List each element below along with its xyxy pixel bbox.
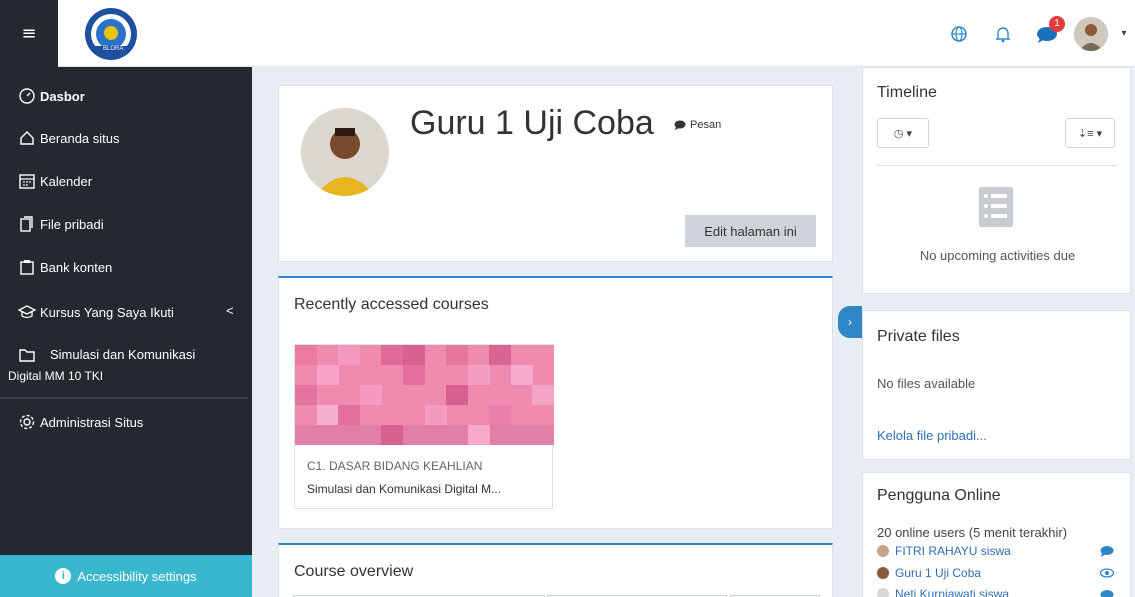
message-badge: 1 (1049, 15, 1065, 32)
edit-page-button[interactable]: Edit halaman ini (685, 215, 816, 247)
timeline-block: Timeline ◷ ▾ ⇣≡ ▾ No upcoming activities… (862, 67, 1131, 294)
sidebar-divider (0, 397, 248, 399)
sidebar-item-label: Administrasi Situs (40, 414, 144, 430)
hamburger-icon: ≡ (21, 23, 37, 44)
course-card[interactable]: C1. DASAR BIDANG KEAHLIAN Simulasi dan K… (294, 344, 554, 509)
user-avatar (877, 588, 889, 597)
sidebar-item-label: Kalender (40, 173, 93, 189)
notifications-button[interactable] (981, 12, 1025, 56)
accessibility-icon: i (55, 568, 72, 584)
sidebar-item-label: Simulasi dan Komunikasi (50, 347, 196, 362)
sidebar-item-label: Dasbor (40, 88, 85, 104)
accessibility-settings-button[interactable]: i Accessibility settings (0, 555, 252, 597)
timeline-divider (877, 165, 1117, 166)
sidebar-item-label-line2: Digital MM 10 TKI (8, 369, 104, 383)
empty-list-icon (979, 187, 1013, 227)
chat-icon[interactable] (1100, 545, 1114, 560)
timeline-title: Timeline (877, 84, 937, 101)
sidebar-item-label: Bank konten (40, 259, 113, 275)
course-overview-card: Course overview (278, 543, 833, 597)
recent-courses-card: Recently accessed courses C1. DASAR BIDA… (278, 276, 833, 529)
menu-toggle-button[interactable]: ≡ (0, 0, 58, 67)
course-name[interactable]: Simulasi dan Komunikasi Digital M... (307, 482, 501, 496)
accessibility-label: Accessibility settings (77, 568, 197, 584)
sidebar-item-file-pribadi[interactable]: File pribadi (18, 215, 104, 233)
profile-card: Guru 1 Uji Coba Pesan Edit halaman ini (278, 85, 833, 262)
course-overview-title: Course overview (294, 563, 414, 580)
clock-icon: ◷ ▾ (893, 127, 913, 140)
sidebar-item-label: Beranda situs (40, 130, 120, 146)
private-files-empty: No files available (877, 376, 976, 391)
gear-icon (19, 414, 35, 430)
top-navbar: ≡ BLORA 1 ▾ (0, 0, 1135, 67)
language-button[interactable] (937, 12, 981, 56)
sidebar-expand-chevron[interactable]: < (226, 303, 234, 318)
sidebar-item-course[interactable]: Simulasi dan Komunikasi (18, 347, 195, 363)
sidebar-item-label: File pribadi (40, 216, 104, 232)
sidebar-item-dasbor[interactable]: Dasbor (18, 87, 85, 105)
calendar-icon (19, 174, 35, 189)
chat-icon (674, 120, 686, 130)
online-user-name[interactable]: Guru 1 Uji Coba (895, 566, 981, 580)
graduation-cap-icon (18, 305, 36, 319)
chevron-down-icon[interactable]: ▾ (1113, 28, 1135, 39)
school-logo[interactable]: BLORA (80, 6, 142, 62)
eye-icon[interactable] (1099, 567, 1115, 581)
chevron-right-icon: › (848, 315, 852, 329)
online-user-row[interactable]: FITRI RAHAYU siswa (877, 544, 1011, 558)
online-users-block: Pengguna Online 20 online users (5 menit… (862, 472, 1131, 597)
sidebar-item-administrasi[interactable]: Administrasi Situs (18, 413, 143, 431)
home-icon (20, 131, 34, 145)
block-drawer-toggle[interactable]: › (838, 306, 862, 338)
message-link[interactable]: Pesan (674, 119, 721, 131)
profile-name: Guru 1 Uji Coba (410, 104, 654, 142)
manage-private-files-link[interactable]: Kelola file pribadi... (877, 428, 987, 443)
private-files-block: Private files No files available Kelola … (862, 310, 1131, 460)
timeline-filter-dropdown[interactable]: ◷ ▾ (877, 118, 929, 148)
bell-icon (995, 26, 1011, 42)
user-avatar (1074, 16, 1108, 51)
chat-icon[interactable] (1100, 589, 1114, 597)
online-user-name[interactable]: Neti Kurniawati siswa (895, 587, 1009, 597)
folder-icon (19, 349, 35, 362)
profile-avatar (301, 108, 389, 196)
online-users-title: Pengguna Online (877, 487, 1001, 504)
online-users-summary: 20 online users (5 menit terakhir) (877, 525, 1068, 540)
course-category: C1. DASAR BIDANG KEAHLIAN (307, 459, 483, 473)
recent-courses-title: Recently accessed courses (294, 296, 489, 313)
file-icon (20, 216, 33, 232)
sidebar: Dasbor Beranda situs Kalender File priba… (0, 67, 252, 597)
timeline-empty-text: No upcoming activities due (919, 248, 1076, 263)
user-avatar (877, 567, 889, 579)
message-label: Pesan (690, 119, 722, 131)
course-image (295, 345, 554, 445)
online-user-row[interactable]: Guru 1 Uji Coba (877, 566, 981, 580)
sidebar-item-beranda[interactable]: Beranda situs (18, 129, 120, 147)
sidebar-item-kalender[interactable]: Kalender (18, 172, 92, 190)
private-files-title: Private files (877, 328, 960, 345)
clipboard-icon (20, 260, 34, 275)
globe-icon (951, 25, 967, 42)
messages-button[interactable]: 1 (1025, 12, 1069, 56)
logo-text: BLORA (103, 46, 124, 52)
sidebar-item-bank-konten[interactable]: Bank konten (18, 258, 112, 276)
sidebar-item-label: Kursus Yang Saya Ikuti (40, 304, 174, 320)
gauge-icon (19, 88, 35, 104)
sidebar-item-kursus[interactable]: Kursus Yang Saya Ikuti (18, 303, 174, 321)
online-user-name[interactable]: FITRI RAHAYU siswa (895, 544, 1011, 558)
timeline-sort-dropdown[interactable]: ⇣≡ ▾ (1065, 118, 1115, 148)
online-user-row[interactable]: Neti Kurniawati siswa (877, 587, 1009, 597)
user-avatar (877, 545, 889, 557)
user-menu-button[interactable] (1069, 12, 1113, 56)
sort-icon: ⇣≡ ▾ (1077, 127, 1103, 140)
